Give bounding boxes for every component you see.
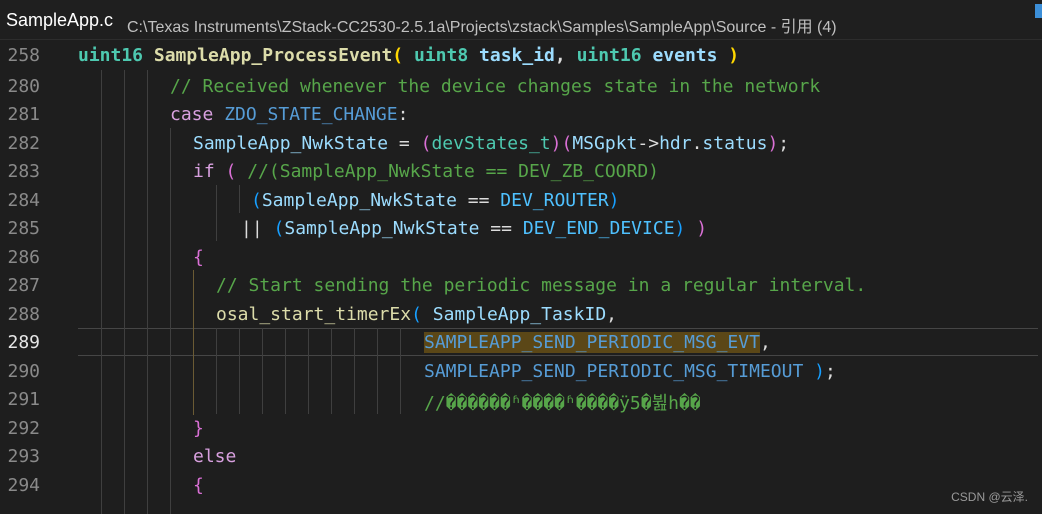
indent-guide xyxy=(216,328,217,414)
paren: ( xyxy=(273,218,285,239)
line-number: 293 xyxy=(7,446,40,467)
line-number: 258 xyxy=(7,45,40,66)
line-number: 292 xyxy=(7,418,40,439)
macro: SAMPLEAPP_SEND_PERIODIC_MSG_TIMEOUT xyxy=(424,361,804,382)
code-line-293[interactable]: else xyxy=(193,446,236,467)
indent-guide xyxy=(239,328,240,414)
indent-guide xyxy=(285,328,286,414)
paren: ) xyxy=(696,218,708,239)
paren: ) xyxy=(717,45,740,66)
brace: { xyxy=(193,247,204,268)
code-line-288[interactable]: osal_start_timerEx( SampleApp_TaskID, xyxy=(216,304,617,325)
indent-guide xyxy=(262,328,263,414)
code-line-280[interactable]: // Received whenever the device changes … xyxy=(170,76,820,97)
indent-guide xyxy=(239,185,240,213)
line-number: 285 xyxy=(7,218,40,239)
line-number: 287 xyxy=(7,275,40,296)
function-name: SampleApp_ProcessEvent xyxy=(153,45,393,66)
code-line-283[interactable]: if ( //(SampleApp_NwkState == DEV_ZB_COO… xyxy=(193,161,659,182)
line-number: 291 xyxy=(7,389,40,410)
line-number: 294 xyxy=(7,475,40,496)
indent-guide xyxy=(124,70,125,514)
paren: ) xyxy=(814,361,825,382)
variable: SampleApp_NwkState xyxy=(193,133,389,154)
code-line-289[interactable]: SAMPLEAPP_SEND_PERIODIC_MSG_EVT, xyxy=(424,332,771,353)
code-line-284[interactable]: (SampleApp_NwkState == DEV_ROUTER) xyxy=(251,190,620,211)
paren: ) xyxy=(608,190,620,211)
paren: ( xyxy=(420,133,432,154)
enum-value: DEV_END_DEVICE xyxy=(522,218,675,239)
indent-guide-active xyxy=(193,270,194,415)
parameter: events xyxy=(652,45,718,66)
title-accent-marker xyxy=(1035,4,1042,18)
paren: ( xyxy=(561,133,573,154)
code-line-286[interactable]: { xyxy=(193,247,204,268)
paren: ( xyxy=(392,45,414,66)
indent-guide xyxy=(354,328,355,414)
paren: ( xyxy=(225,161,237,182)
indent-guide xyxy=(170,128,171,514)
paren: ) xyxy=(767,133,779,154)
code-line-285[interactable]: || (SampleApp_NwkState == DEV_END_DEVICE… xyxy=(241,218,707,239)
brace: } xyxy=(193,418,204,439)
function-call: osal_start_timerEx xyxy=(216,304,412,325)
variable: MSGpkt xyxy=(572,133,638,154)
keyword: if xyxy=(193,161,215,182)
code-line-258[interactable]: uint16 SampleApp_ProcessEvent( uint8 tas… xyxy=(78,45,739,66)
editor-title-bar: SampleApp.c C:\Texas Instruments\ZStack-… xyxy=(0,0,1042,40)
type-keyword: uint16 xyxy=(576,45,642,66)
line-number: 286 xyxy=(7,247,40,268)
code-line-282[interactable]: SampleApp_NwkState = (devStates_t)(MSGpk… xyxy=(193,133,789,154)
code-line-287[interactable]: // Start sending the periodic message in… xyxy=(216,275,866,296)
code-line-290[interactable]: SAMPLEAPP_SEND_PERIODIC_MSG_TIMEOUT ); xyxy=(424,361,836,382)
variable: SampleApp_NwkState xyxy=(261,190,457,211)
file-path: C:\Texas Instruments\ZStack-CC2530-2.5.1… xyxy=(127,19,837,36)
code-line-292[interactable]: } xyxy=(193,418,204,439)
comment: //(SampleApp_NwkState == DEV_ZB_COORD) xyxy=(247,161,660,182)
line-number: 284 xyxy=(7,190,40,211)
indent-guide xyxy=(308,328,309,414)
indent-guide xyxy=(147,70,148,514)
type-keyword: uint16 xyxy=(78,45,144,66)
indent-guide xyxy=(101,70,102,514)
comment-garbled: //������ʱ����ʱ����ÿ5�뷢һ�� xyxy=(424,393,701,414)
parameter: task_id xyxy=(479,45,555,66)
paren: ) xyxy=(674,218,686,239)
indent-guide xyxy=(331,328,332,414)
file-name: SampleApp.c xyxy=(6,10,114,30)
line-number: 290 xyxy=(7,361,40,382)
watermark: CSDN @云泽. xyxy=(951,490,1028,504)
code-line-291[interactable]: //������ʱ����ʱ����ÿ5�뷢һ�� xyxy=(424,389,701,415)
vertical-scrollbar[interactable] xyxy=(1038,40,1042,514)
macro-reference-highlight: SAMPLEAPP_SEND_PERIODIC_MSG_EVT xyxy=(424,332,760,353)
variable: SampleApp_TaskID xyxy=(432,304,607,325)
keyword: case xyxy=(170,104,214,125)
indent-guide xyxy=(400,328,401,414)
brace: { xyxy=(193,475,204,496)
type-keyword: uint8 xyxy=(413,45,469,66)
paren: ( xyxy=(411,304,422,325)
line-number: 283 xyxy=(7,161,40,182)
member: hdr xyxy=(659,133,692,154)
indent-guide xyxy=(216,185,217,241)
variable: SampleApp_NwkState xyxy=(284,218,480,239)
paren: ( xyxy=(251,190,262,211)
macro: ZDO_STATE_CHANGE xyxy=(224,104,398,125)
code-line-281[interactable]: case ZDO_STATE_CHANGE: xyxy=(170,104,408,125)
line-number: 280 xyxy=(7,76,40,97)
paren: ) xyxy=(550,133,562,154)
line-number: 281 xyxy=(7,104,40,125)
indent-guide xyxy=(377,328,378,414)
comment: // Received whenever the device changes … xyxy=(170,76,821,97)
comment: // Start sending the periodic message in… xyxy=(216,275,867,296)
enum-value: DEV_ROUTER xyxy=(500,190,609,211)
line-number-current: 289 xyxy=(7,332,40,353)
type-name: devStates_t xyxy=(431,133,551,154)
keyword: else xyxy=(193,446,237,467)
line-number: 288 xyxy=(7,304,40,325)
line-number: 282 xyxy=(7,133,40,154)
member: status xyxy=(702,133,768,154)
code-line-294[interactable]: { xyxy=(193,475,204,496)
